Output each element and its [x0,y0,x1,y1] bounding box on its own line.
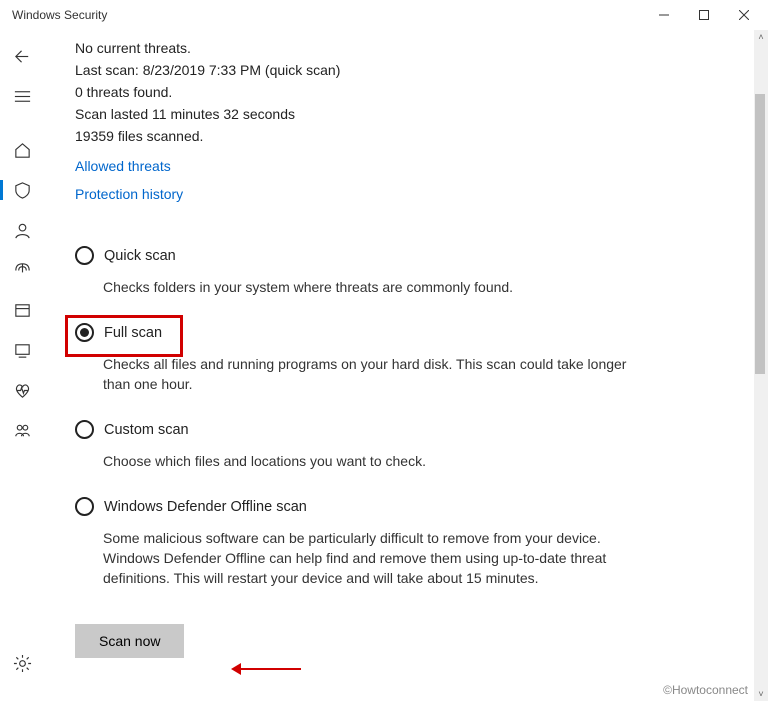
main-panel: No current threats. Last scan: 8/23/2019… [45,30,768,701]
menu-icon[interactable] [0,76,45,116]
shield-icon[interactable] [0,170,45,210]
full-scan-option[interactable]: Full scan Checks all files and running p… [75,323,635,394]
status-no-threats: No current threats. [75,38,738,58]
scan-now-button[interactable]: Scan now [75,624,184,658]
maximize-button[interactable] [684,0,724,30]
radio-icon[interactable] [75,497,94,516]
home-icon[interactable] [0,130,45,170]
window-title: Windows Security [12,8,107,22]
settings-icon[interactable] [0,643,45,683]
titlebar: Windows Security [0,0,768,30]
scan-options: Quick scan Checks folders in your system… [75,246,635,588]
firewall-icon[interactable] [0,250,45,290]
custom-scan-option[interactable]: Custom scan Choose which files and locat… [75,420,635,471]
full-scan-title: Full scan [104,325,162,341]
status-files-scanned: 19359 files scanned. [75,126,738,146]
offline-scan-option[interactable]: Windows Defender Offline scan Some malic… [75,497,635,588]
app-browser-icon[interactable] [0,290,45,330]
custom-scan-title: Custom scan [104,422,189,438]
links-group: Allowed threats Protection history [75,158,738,202]
offline-scan-desc: Some malicious software can be particula… [103,528,635,588]
status-threats-found: 0 threats found. [75,82,738,102]
quick-scan-desc: Checks folders in your system where thre… [103,277,635,297]
offline-scan-title: Windows Defender Offline scan [104,499,307,515]
account-icon[interactable] [0,210,45,250]
family-icon[interactable] [0,410,45,450]
allowed-threats-link[interactable]: Allowed threats [75,158,738,174]
protection-history-link[interactable]: Protection history [75,186,738,202]
annotation-arrow [231,663,301,675]
full-scan-desc: Checks all files and running programs on… [103,354,635,394]
radio-icon[interactable] [75,323,94,342]
back-icon[interactable] [0,36,45,76]
windows-security-window: Windows Security ˄ ˅ [0,0,768,701]
content-area: No current threats. Last scan: 8/23/2019… [0,30,768,701]
window-controls [644,0,764,30]
minimize-button[interactable] [644,0,684,30]
quick-scan-option[interactable]: Quick scan Checks folders in your system… [75,246,635,297]
close-button[interactable] [724,0,764,30]
quick-scan-title: Quick scan [104,248,176,264]
scan-status: No current threats. Last scan: 8/23/2019… [75,38,738,146]
device-security-icon[interactable] [0,330,45,370]
watermark: ©Howtoconnect [663,683,748,697]
status-last-scan: Last scan: 8/23/2019 7:33 PM (quick scan… [75,60,738,80]
status-duration: Scan lasted 11 minutes 32 seconds [75,104,738,124]
sidebar [0,30,45,701]
device-health-icon[interactable] [0,370,45,410]
radio-icon[interactable] [75,420,94,439]
radio-icon[interactable] [75,246,94,265]
custom-scan-desc: Choose which files and locations you wan… [103,451,635,471]
